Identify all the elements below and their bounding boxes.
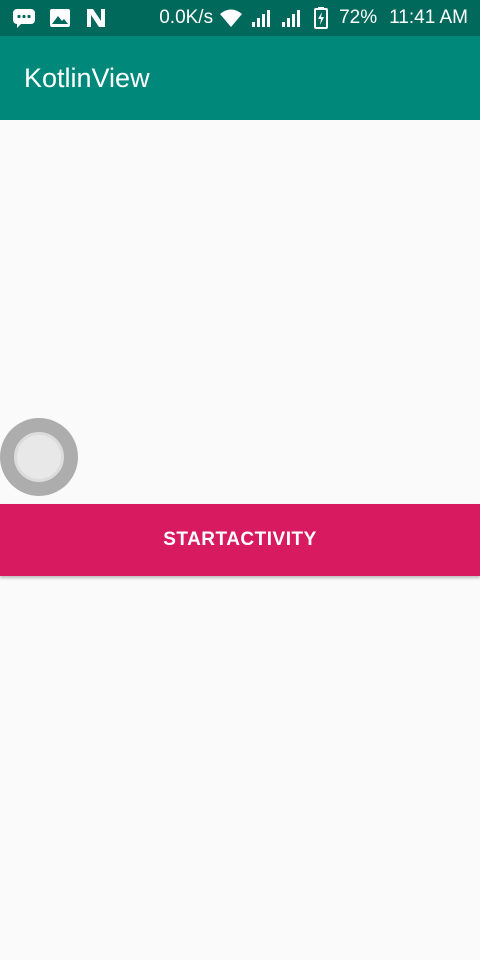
image-icon — [48, 7, 72, 29]
system-status: 0.0K/s 72% 11:41 AM — [159, 7, 468, 29]
handle-inner-circle — [14, 432, 64, 482]
app-bar: KotlinView — [0, 36, 480, 120]
floating-handle[interactable] — [0, 418, 78, 496]
battery-icon — [309, 7, 333, 29]
clock: 11:41 AM — [389, 7, 468, 28]
start-activity-button[interactable]: STARTACTIVITY — [0, 504, 480, 576]
wifi-icon — [219, 7, 243, 29]
n-icon — [84, 7, 108, 29]
app-title: KotlinView — [24, 62, 150, 93]
status-bar: 0.0K/s 72% 11:41 AM — [0, 0, 480, 36]
battery-percentage: 72% — [339, 7, 378, 28]
signal-icon — [279, 7, 303, 29]
notification-icons — [12, 7, 108, 29]
signal-icon — [249, 7, 273, 29]
message-icon — [12, 7, 36, 29]
network-speed: 0.0K/s — [159, 7, 214, 28]
